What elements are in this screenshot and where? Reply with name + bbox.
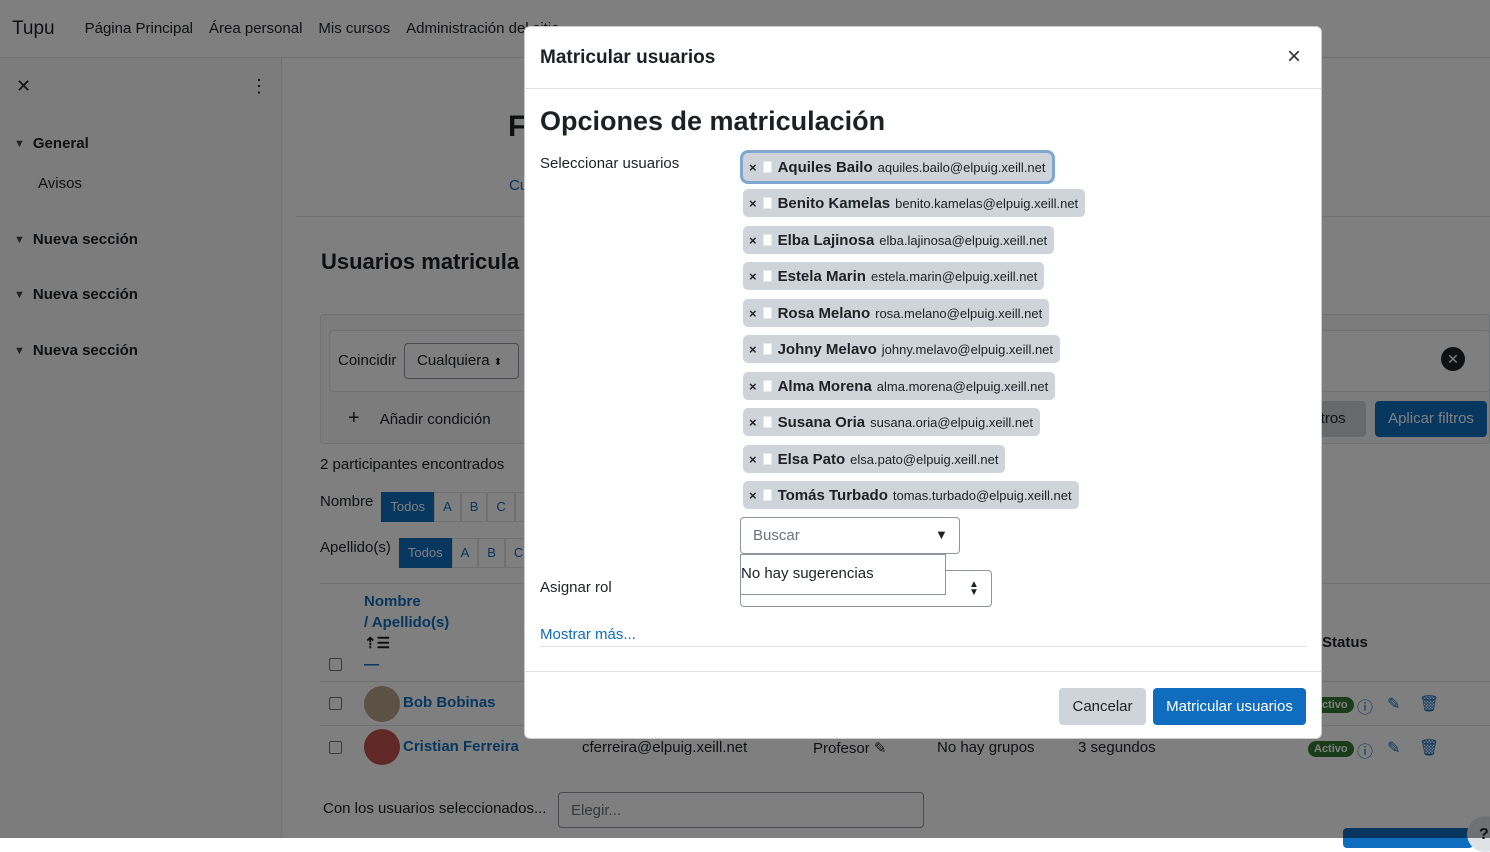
selected-user-chip[interactable]: × Johny Melavo johny.melavo@elpuig.xeill.…	[743, 335, 1061, 363]
assign-role-label: Asignar rol	[540, 579, 612, 596]
remove-icon[interactable]: ×	[749, 160, 757, 175]
modal-title: Matricular usuarios	[540, 47, 716, 68]
user-picture-icon	[762, 161, 772, 173]
enrol-users-button[interactable]: Matricular usuarios	[1153, 688, 1306, 725]
remove-icon[interactable]: ×	[749, 269, 757, 284]
no-suggestions-text: No hay sugerencias	[741, 565, 874, 582]
cancel-button[interactable]: Cancelar	[1059, 688, 1146, 725]
user-picture-icon	[762, 270, 772, 282]
user-picture-icon	[762, 453, 772, 465]
remove-icon[interactable]: ×	[749, 342, 757, 357]
user-search-input[interactable]	[742, 519, 922, 552]
selected-user-chip[interactable]: × Susana Oria susana.oria@elpuig.xeill.ne…	[743, 408, 1040, 436]
dropdown-caret-icon[interactable]: ▼	[935, 527, 948, 542]
modal-footer: Cancelar Matricular usuarios	[525, 671, 1321, 738]
user-picture-icon	[762, 343, 772, 355]
user-picture-icon	[762, 489, 772, 501]
modal-body: Opciones de matriculación Seleccionar us…	[525, 89, 1321, 671]
user-picture-icon	[762, 307, 772, 319]
show-more-link[interactable]: Mostrar más...	[540, 626, 636, 643]
remove-icon[interactable]: ×	[749, 196, 757, 211]
user-picture-icon	[762, 380, 772, 392]
selected-user-chip[interactable]: × Elba Lajinosa elba.lajinosa@elpuig.xeil…	[743, 226, 1055, 254]
enrol-users-modal: Matricular usuarios × Opciones de matric…	[524, 26, 1322, 739]
selected-user-chip[interactable]: × Rosa Melano rosa.melano@elpuig.xeill.ne…	[743, 299, 1050, 327]
user-search-combobox[interactable]: ▼	[740, 517, 960, 554]
remove-icon[interactable]: ×	[749, 233, 757, 248]
suggestions-list: No hay sugerencias	[740, 554, 946, 595]
select-users-label: Seleccionar usuarios	[540, 155, 680, 172]
selected-user-chip[interactable]: × Alma Morena alma.morena@elpuig.xeill.ne…	[743, 372, 1056, 400]
remove-icon[interactable]: ×	[749, 379, 757, 394]
remove-icon[interactable]: ×	[749, 306, 757, 321]
selected-user-chip[interactable]: × Aquiles Bailo aquiles.bailo@elpuig.xeil…	[743, 153, 1053, 181]
selected-user-chip[interactable]: × Tomás Turbado tomas.turbado@elpuig.xeil…	[743, 481, 1079, 509]
enrolment-options-heading: Opciones de matriculación	[540, 106, 886, 136]
selected-user-chip[interactable]: × Benito Kamelas benito.kamelas@elpuig.xe…	[743, 189, 1086, 217]
select-arrows-icon: ▲ ▼	[969, 579, 979, 598]
remove-icon[interactable]: ×	[749, 452, 757, 467]
modal-header: Matricular usuarios ×	[525, 27, 1321, 89]
user-picture-icon	[762, 197, 772, 209]
user-picture-icon	[762, 234, 772, 246]
selected-user-chip[interactable]: × Elsa Pato elsa.pato@elpuig.xeill.net	[743, 445, 1006, 473]
selected-user-chip[interactable]: × Estela Marin estela.marin@elpuig.xeill.…	[743, 262, 1045, 290]
user-picture-icon	[762, 416, 772, 428]
close-icon[interactable]: ×	[1287, 43, 1301, 71]
remove-icon[interactable]: ×	[749, 488, 757, 503]
divider	[540, 646, 1306, 647]
remove-icon[interactable]: ×	[749, 415, 757, 430]
